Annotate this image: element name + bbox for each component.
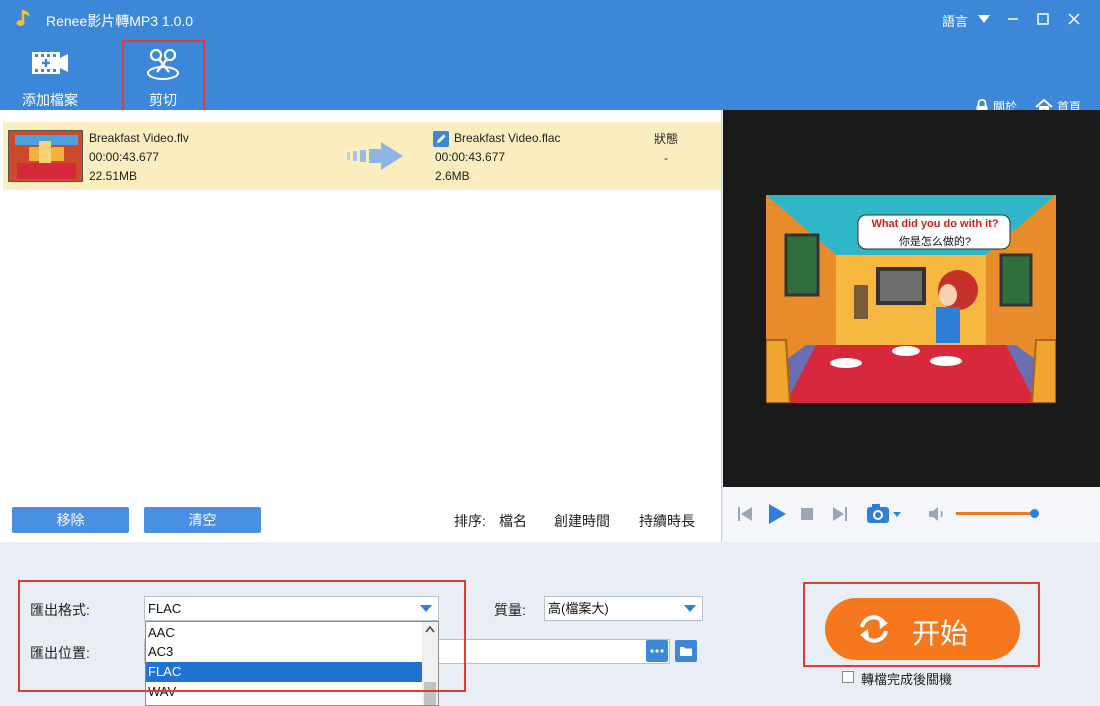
quality-select[interactable]: 高(檔案大): [544, 596, 703, 621]
sort-label: 排序:: [454, 513, 486, 529]
file-row[interactable]: Breakfast Video.flv 00:00:43.677 22.51MB…: [3, 122, 721, 190]
shutdown-checkbox[interactable]: [842, 671, 854, 683]
music-note-icon: [16, 10, 30, 26]
volume-fill: [956, 512, 1034, 515]
source-duration: 00:00:43.677: [89, 150, 160, 164]
output-size: 2.6MB: [435, 169, 470, 183]
quality-label: 質量:: [494, 602, 526, 618]
add-video-icon: [32, 52, 68, 74]
next-icon[interactable]: [832, 506, 848, 522]
sort-by-created[interactable]: 創建時間: [554, 511, 610, 531]
speech-chinese: 你是怎么做的?: [898, 236, 972, 248]
add-file-button[interactable]: 添加檔案: [8, 38, 92, 110]
status-header: 狀態: [653, 132, 678, 146]
volume-icon[interactable]: [928, 505, 948, 523]
source-file-info: Breakfast Video.flv 00:00:43.677 22.51MB: [89, 129, 189, 186]
output-duration: 00:00:43.677: [435, 150, 506, 164]
output-file-info: 00:00:43.677 2.6MB: [435, 148, 505, 186]
start-highlight-frame: [803, 582, 1040, 667]
status-value: -: [664, 151, 668, 165]
status-column: 狀態 -: [653, 130, 679, 168]
play-icon[interactable]: [767, 503, 787, 525]
dropdown-arrow-icon[interactable]: [971, 6, 997, 32]
format-highlight-frame: [18, 580, 466, 692]
remove-button[interactable]: 移除: [12, 507, 129, 533]
sort-by-name[interactable]: 檔名: [499, 511, 527, 531]
quality-value: 高(檔案大): [548, 601, 609, 616]
folder-icon: [680, 647, 692, 656]
output-file-name-wrap: Breakfast Video.flac: [454, 129, 561, 148]
minimize-icon[interactable]: [1000, 6, 1026, 32]
shutdown-label: 轉檔完成後關機: [861, 672, 953, 687]
speech-english: What did you do with it?: [871, 218, 999, 230]
output-file-name: Breakfast Video.flac: [454, 131, 561, 145]
source-size: 22.51MB: [89, 169, 138, 183]
previous-icon[interactable]: [737, 506, 753, 522]
file-list: Breakfast Video.flv 00:00:43.677 22.51MB…: [0, 110, 722, 542]
add-file-label: 添加檔案: [22, 92, 78, 108]
convert-arrow-icon: [347, 142, 403, 170]
ellipsis-icon: [650, 649, 664, 653]
chevron-down-icon: [684, 605, 696, 612]
volume-slider[interactable]: [956, 509, 1039, 518]
app-title: Renee影片轉MP3 1.0.0: [46, 13, 194, 29]
close-icon[interactable]: [1061, 6, 1087, 32]
video-preview: What did you do with it? 你是怎么做的?: [723, 110, 1100, 487]
clear-button[interactable]: 清空: [144, 507, 261, 533]
camera-icon[interactable]: [866, 503, 904, 525]
title-bar: Renee影片轉MP3 1.0.0 語言: [0, 0, 1100, 38]
video-thumbnail: [8, 130, 83, 182]
language-menu[interactable]: 語言: [942, 11, 968, 30]
sort-by-duration[interactable]: 持續時長: [639, 511, 695, 531]
player-controls: [723, 487, 1100, 542]
open-folder-button[interactable]: [675, 640, 697, 662]
maximize-icon[interactable]: [1030, 6, 1056, 32]
volume-knob[interactable]: [1029, 509, 1039, 518]
cut-highlight-frame: [122, 40, 205, 112]
more-options-button[interactable]: [646, 640, 668, 662]
source-file-name: Breakfast Video.flv: [89, 131, 189, 145]
edit-file-icon[interactable]: [433, 131, 449, 147]
stop-icon[interactable]: [801, 508, 813, 520]
